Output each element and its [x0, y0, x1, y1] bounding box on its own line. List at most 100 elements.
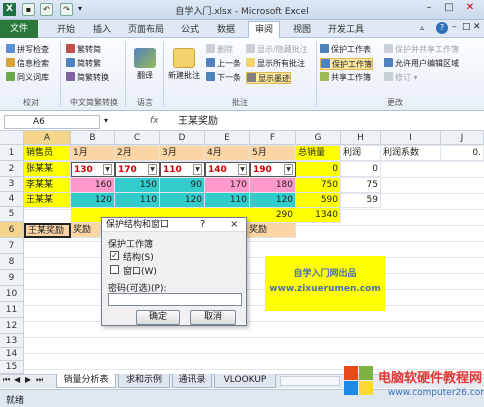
- translate-button[interactable]: 翻译: [128, 48, 162, 84]
- tab-formulas[interactable]: 公式: [176, 22, 204, 38]
- horizontal-scrollbar[interactable]: [280, 376, 340, 386]
- column-header-d[interactable]: D: [160, 131, 205, 145]
- row-header-10[interactable]: 10: [0, 286, 24, 302]
- row-header-3[interactable]: 3: [0, 177, 24, 192]
- sheet-tab-contacts[interactable]: 通讯录: [172, 374, 212, 388]
- cell-b6[interactable]: 奖励: [71, 223, 101, 238]
- cell-c1[interactable]: 2月: [115, 146, 160, 161]
- spell-check-button[interactable]: 拼写检查: [6, 44, 49, 56]
- cell-f6[interactable]: 奖励: [247, 223, 296, 238]
- first-sheet-icon[interactable]: ⏮: [3, 375, 10, 385]
- column-header-a[interactable]: A: [24, 131, 71, 145]
- workbook-restore-icon[interactable]: □: [462, 22, 471, 32]
- formula-content[interactable]: 王某奖励: [178, 115, 218, 129]
- row-header-5[interactable]: 5: [0, 207, 24, 222]
- cell-e3[interactable]: 170: [205, 178, 250, 193]
- cell-f2[interactable]: 190 ▼: [250, 162, 296, 177]
- cell-h2[interactable]: 0: [341, 162, 381, 177]
- cell-g2[interactable]: 0: [296, 162, 341, 177]
- dialog-help-icon[interactable]: ?: [200, 218, 205, 232]
- cell-h4[interactable]: 59: [341, 193, 381, 208]
- maximize-button[interactable]: □: [440, 2, 458, 16]
- column-header-b[interactable]: B: [71, 131, 115, 145]
- tab-file[interactable]: 文件: [0, 20, 38, 38]
- track-changes-button[interactable]: 修订 ▾: [384, 72, 418, 84]
- dropdown-arrow-icon[interactable]: ▼: [238, 164, 247, 175]
- close-button[interactable]: ✕: [461, 2, 479, 16]
- sheet-tab-sum-example[interactable]: 求和示例: [118, 374, 170, 388]
- cell-f3[interactable]: 180: [250, 178, 296, 193]
- row-header-15[interactable]: 15: [0, 361, 24, 374]
- sheet-tab-vlookup[interactable]: VLOOKUP: [214, 374, 276, 388]
- cell-d1[interactable]: 3月: [160, 146, 205, 161]
- cell-b2[interactable]: 130 ▼: [71, 162, 115, 177]
- password-input[interactable]: [108, 293, 242, 306]
- row-header-14[interactable]: 14: [0, 348, 24, 361]
- cell-b1[interactable]: 1月: [71, 146, 115, 161]
- simp-to-trad-button[interactable]: 简转繁: [66, 58, 101, 70]
- new-comment-button[interactable]: 新建批注: [165, 48, 203, 84]
- sheet-tab-sales[interactable]: 销量分析表: [56, 374, 116, 388]
- allow-edit-ranges-button[interactable]: 允许用户编辑区域: [384, 58, 459, 70]
- column-header-f[interactable]: F: [250, 131, 296, 145]
- show-hide-comment-button[interactable]: 显示/隐藏批注: [246, 44, 308, 56]
- cell-g5[interactable]: 1340: [296, 208, 341, 223]
- row-header-2[interactable]: 2: [0, 161, 24, 177]
- protect-workbook-button[interactable]: 保护工作簿: [320, 58, 373, 70]
- protect-share-workbook-button[interactable]: 保护并共享工作簿: [384, 44, 459, 56]
- ribbon-minimize-icon[interactable]: ▵: [420, 23, 424, 32]
- cell-a6[interactable]: 王某奖励: [24, 223, 71, 238]
- row-header-12[interactable]: 12: [0, 318, 24, 334]
- cell-c3[interactable]: 150: [115, 178, 160, 193]
- cell-i1[interactable]: 利润系数: [381, 146, 441, 161]
- cell-g3[interactable]: 750: [296, 178, 341, 193]
- tab-developer[interactable]: 开发工具: [324, 22, 368, 38]
- row-header-8[interactable]: 8: [0, 254, 24, 270]
- name-box-dropdown-icon[interactable]: ▾: [104, 116, 108, 125]
- row-header-7[interactable]: 7: [0, 238, 24, 254]
- workbook-minimize-icon[interactable]: –: [452, 22, 457, 32]
- cell-b4[interactable]: 120: [71, 193, 115, 208]
- prev-sheet-icon[interactable]: ◀: [14, 375, 20, 384]
- cell-b3[interactable]: 160: [71, 178, 115, 193]
- cell-a4[interactable]: 王某某: [24, 193, 71, 208]
- dropdown-arrow-icon[interactable]: ▼: [284, 164, 293, 175]
- tab-review[interactable]: 审阅: [248, 21, 280, 39]
- minimize-button[interactable]: –: [420, 2, 438, 16]
- cell-d2[interactable]: 110 ▼: [160, 162, 205, 177]
- share-workbook-button[interactable]: 共享工作簿: [320, 72, 371, 84]
- cell-a3[interactable]: 李某某: [24, 178, 71, 193]
- cell-f5[interactable]: 290: [250, 208, 296, 223]
- column-header-c[interactable]: C: [115, 131, 160, 145]
- cell-j1[interactable]: 0.: [441, 146, 484, 161]
- help-icon[interactable]: ?: [436, 22, 448, 34]
- show-ink-button[interactable]: 显示墨迹: [246, 72, 291, 84]
- research-button[interactable]: 信息检索: [6, 58, 49, 70]
- dropdown-arrow-icon[interactable]: ▼: [148, 164, 157, 175]
- cell-e1[interactable]: 4月: [205, 146, 250, 161]
- cell-e2[interactable]: 140 ▼: [205, 162, 250, 177]
- row-header-1[interactable]: 1: [0, 145, 24, 161]
- dropdown-arrow-icon[interactable]: ▼: [193, 164, 202, 175]
- cell-e4[interactable]: 110: [205, 193, 250, 208]
- insert-function-icon[interactable]: fx: [150, 116, 159, 126]
- tab-insert[interactable]: 插入: [88, 22, 116, 38]
- cell-g1[interactable]: 总销量: [296, 146, 341, 161]
- cancel-button[interactable]: 取消: [190, 310, 236, 325]
- workbook-close-icon[interactable]: ✕: [473, 22, 481, 32]
- cell-a1[interactable]: 销售员: [24, 146, 71, 161]
- column-header-j[interactable]: J: [441, 131, 484, 145]
- dropdown-arrow-icon[interactable]: ▼: [103, 164, 112, 175]
- cell-f4[interactable]: 120: [250, 193, 296, 208]
- structure-label[interactable]: 结构(S): [123, 250, 154, 263]
- protect-sheet-button[interactable]: 保护工作表: [320, 44, 371, 56]
- column-header-e[interactable]: E: [205, 131, 250, 145]
- cell-a2[interactable]: 张某某: [24, 162, 71, 177]
- structure-checkbox[interactable]: ✓: [110, 251, 119, 260]
- column-header-h[interactable]: H: [341, 131, 381, 145]
- cell-f1[interactable]: 5月: [250, 146, 296, 161]
- tab-home[interactable]: 开始: [52, 22, 80, 38]
- column-header-i[interactable]: I: [381, 131, 441, 145]
- window-checkbox[interactable]: [110, 265, 119, 274]
- window-label[interactable]: 窗口(W): [123, 264, 157, 277]
